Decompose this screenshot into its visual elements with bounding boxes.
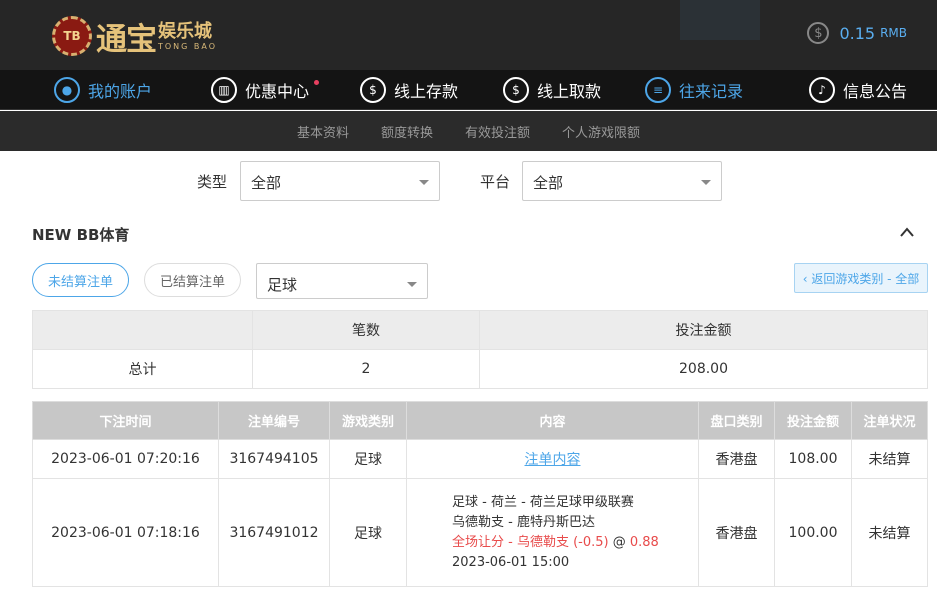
bet-market: 香港盘: [698, 439, 775, 479]
nav-label: 线上取款: [537, 82, 602, 101]
summary-cell: 总计: [32, 349, 253, 389]
nav-promotions[interactable]: ▥ 优惠中心: [211, 70, 320, 110]
bet-market: 香港盘: [698, 478, 775, 587]
summary-header-row: 笔数 投注金额: [32, 310, 928, 350]
logo-sub: 娱乐城 TONG BAO: [158, 20, 218, 51]
bet-match: 乌德勒支 - 鹿特丹斯巴达: [452, 514, 595, 530]
summary-header-cell: 笔数: [252, 310, 480, 350]
column-header: 下注时间: [32, 401, 219, 440]
type-select[interactable]: 全部: [240, 161, 440, 201]
bet-amount: 100.00: [774, 478, 852, 587]
column-header: 内容: [406, 401, 699, 440]
bet-id: 3167491012: [218, 478, 330, 587]
summary-header-cell: [32, 310, 253, 350]
deposit-icon: $: [360, 77, 386, 103]
subnav-valid-bets[interactable]: 有效投注额: [465, 122, 530, 141]
summary-cell: 208.00: [479, 349, 928, 389]
subnav-game-limits[interactable]: 个人游戏限额: [562, 122, 640, 141]
gift-icon: ▥: [211, 77, 237, 103]
bet-content-link[interactable]: 注单内容: [525, 452, 581, 468]
nav-label: 线上存款: [394, 82, 459, 101]
filters: 类型 全部 平台 全部: [0, 161, 937, 201]
bet-game: 足球: [329, 478, 407, 587]
nav-deposit[interactable]: $ 线上存款: [360, 70, 458, 110]
main-nav: ● 我的账户 ▥ 优惠中心 $ 线上存款 $ 线上取款 ≡ 往来记录 ♪ 信息公…: [0, 70, 937, 110]
back-to-categories-button[interactable]: ‹ 返回游戏类别 - 全部: [794, 263, 928, 293]
chevron-down-icon: [407, 282, 417, 287]
balance-amount: 0.15: [839, 23, 876, 43]
balance-currency: RMB: [880, 26, 907, 40]
nav-withdraw[interactable]: $ 线上取款: [503, 70, 601, 110]
nav-label: 往来记录: [679, 82, 744, 101]
bet-content: 足球 - 荷兰 - 荷兰足球甲级联赛 乌德勒支 - 鹿特丹斯巴达 全场让分 - …: [406, 478, 699, 587]
logo-main-text: 通宝: [96, 21, 157, 58]
bets-header-row: 下注时间 注单编号 游戏类别 内容 盘口类别 投注金额 注单状况: [32, 401, 928, 440]
bet-league: 足球 - 荷兰 - 荷兰足球甲级联赛: [452, 494, 634, 510]
summary-header-cell: 投注金额: [479, 310, 928, 350]
sport-select-value: 足球: [267, 276, 298, 294]
bet-match-time: 2023-06-01 15:00: [452, 554, 570, 570]
sport-select[interactable]: 足球: [256, 263, 428, 299]
tab-unsettled[interactable]: 未结算注单: [32, 263, 129, 297]
logo-sub-text: 娱乐城: [158, 20, 212, 42]
nav-my-account[interactable]: ● 我的账户: [54, 70, 152, 110]
record-icon: ≡: [645, 77, 671, 103]
bets-table: 下注时间 注单编号 游戏类别 内容 盘口类别 投注金额 注单状况 2023-06…: [32, 401, 928, 587]
header: TB 通宝 娱乐城 TONG BAO $ 0.15 RMB: [0, 0, 937, 70]
nav-label: 我的账户: [88, 82, 153, 101]
logo-eng-text: TONG BAO: [158, 41, 218, 51]
table-row: 2023-06-01 07:18:16 3167491012 足球 足球 - 荷…: [32, 478, 928, 587]
user-icon: ●: [54, 77, 80, 103]
bet-selection: 全场让分 - 乌德勒支 (-0.5) @ 0.88: [452, 533, 698, 553]
summary-row: 总计 2 208.00: [32, 349, 928, 389]
type-select-value: 全部: [251, 174, 282, 192]
summary-cell: 2: [252, 349, 480, 389]
withdraw-icon: $: [503, 77, 529, 103]
bet-status: 未结算: [851, 439, 928, 479]
bet-at: @: [608, 534, 630, 550]
platform-label: 平台: [480, 173, 511, 191]
column-header: 盘口类别: [698, 401, 775, 440]
nav-label: 优惠中心: [245, 82, 310, 101]
column-header: 注单状况: [851, 401, 928, 440]
type-label: 类型: [197, 173, 228, 191]
summary-table: 笔数 投注金额 总计 2 208.00: [32, 310, 928, 389]
bet-amount: 108.00: [774, 439, 852, 479]
bet-odds: 0.88: [629, 534, 659, 550]
chevron-up-icon[interactable]: [900, 225, 914, 239]
section-title: NEW BB体育: [32, 226, 130, 244]
nav-label: 信息公告: [843, 82, 908, 101]
balance: $ 0.15 RMB: [807, 22, 907, 44]
column-header: 游戏类别: [329, 401, 407, 440]
brand-logo[interactable]: TB 通宝 娱乐城 TONG BAO: [52, 14, 217, 58]
bet-time: 2023-06-01 07:18:16: [32, 478, 219, 587]
bet-pick: 全场让分 - 乌德勒支 (-0.5): [452, 534, 609, 550]
bet-id: 3167494105: [218, 439, 330, 479]
column-header: 投注金额: [774, 401, 852, 440]
platform-select[interactable]: 全部: [522, 161, 722, 201]
chevron-down-icon: [419, 180, 429, 185]
column-header: 注单编号: [218, 401, 330, 440]
table-row: 2023-06-01 07:20:16 3167494105 足球 注单内容 香…: [32, 439, 928, 479]
header-decoration: [680, 0, 760, 40]
platform-select-value: 全部: [533, 174, 564, 192]
notification-dot: [314, 80, 320, 85]
subnav-profile[interactable]: 基本资料: [297, 122, 349, 141]
tab-settled[interactable]: 已结算注单: [144, 263, 241, 297]
chevron-down-icon: [701, 180, 711, 185]
bet-status: 未结算: [851, 478, 928, 587]
bet-game: 足球: [329, 439, 407, 479]
bet-content: 注单内容: [406, 439, 699, 479]
bell-icon: ♪: [809, 77, 835, 103]
logo-chip-icon: TB: [52, 16, 92, 56]
sub-nav: 基本资料 额度转换 有效投注额 个人游戏限额: [0, 111, 937, 151]
bet-time: 2023-06-01 07:20:16: [32, 439, 219, 479]
nav-announcements[interactable]: ♪ 信息公告: [809, 70, 907, 110]
subnav-transfer[interactable]: 额度转换: [381, 122, 433, 141]
nav-records[interactable]: ≡ 往来记录: [645, 70, 743, 110]
dollar-coin-icon: $: [807, 22, 830, 44]
